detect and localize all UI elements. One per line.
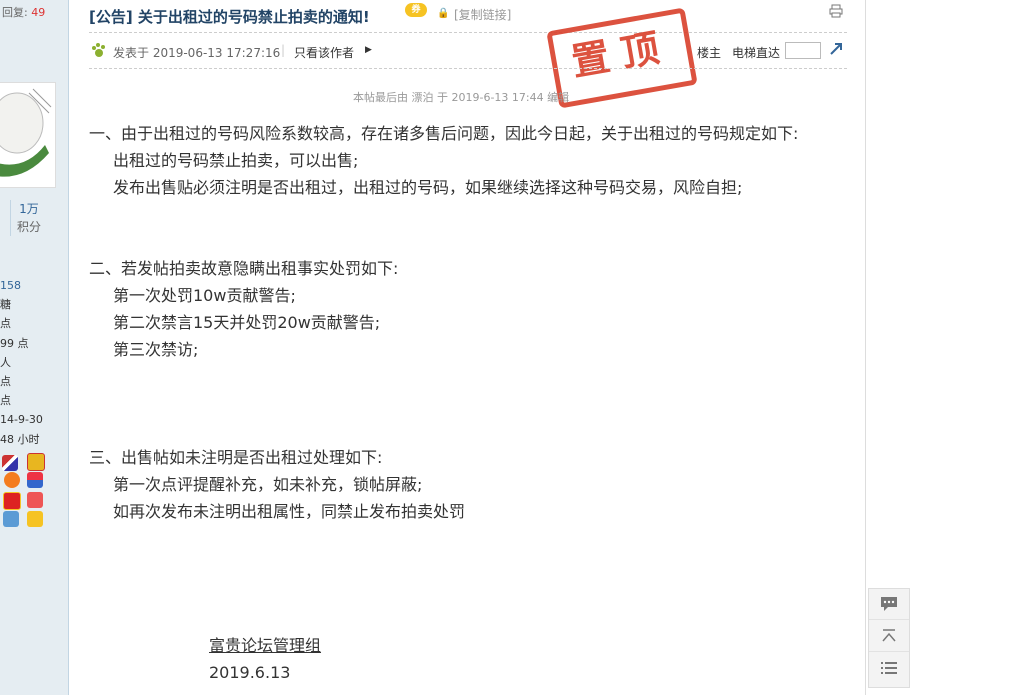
thread-title: [公告] 关于出租过的号码禁止拍卖的通知!	[89, 8, 370, 26]
paw-icon-svg	[92, 43, 105, 57]
paragraph-spacer	[89, 201, 859, 255]
paragraph: 发布出售贴必须注明是否出租过，出租过的号码，如果继续选择这种号码交易，风险自担;	[113, 178, 743, 197]
medal-icon[interactable]	[27, 492, 43, 508]
stat-item: 点	[0, 375, 11, 389]
stat-item: 99 点	[0, 336, 29, 350]
paragraph: 第一次处罚10w贡献警告;	[113, 286, 296, 305]
post-main: [公告] 关于出租过的号码禁止拍卖的通知! 券 🔒 [复制链接] 发表于 201…	[69, 0, 866, 695]
stat-item[interactable]: 158	[0, 276, 43, 295]
avatar[interactable]	[0, 82, 56, 188]
reply-count-value: 49	[31, 6, 46, 19]
stat-item: 14-9-30	[0, 413, 43, 427]
reply-count: 回复: 49	[2, 4, 45, 20]
stat-item: 点	[0, 317, 11, 331]
stat-item: 48 小时	[0, 432, 40, 446]
medal-icon[interactable]	[27, 453, 45, 471]
paragraph: 第三次禁访;	[113, 340, 199, 359]
medal-icon[interactable]	[2, 455, 18, 471]
user-stats: 158 糖 点 99 点 人 点 点 14-9-30 48 小时	[0, 276, 43, 449]
score-label: 积分	[16, 220, 41, 234]
coupon-badge[interactable]: 券	[405, 3, 427, 17]
medal-icon[interactable]	[27, 472, 43, 488]
post-content: 一、由于出租过的号码风险系数较高，存在诸多售后问题，因此今日起，关于出租过的号码…	[89, 120, 859, 525]
header-divider	[89, 32, 847, 33]
score-value[interactable]: 1万	[11, 200, 47, 218]
medal-icon[interactable]	[3, 511, 19, 527]
paragraph: 如再次发布未注明出租属性，同禁止发布拍卖处罚	[113, 502, 466, 521]
stat-item: 点	[0, 394, 11, 408]
list-icon[interactable]	[869, 653, 909, 683]
paragraph: 一、由于出租过的号码风险系数较高，存在诸多售后问题，因此今日起，关于出租过的号码…	[89, 124, 799, 143]
top-icon-svg	[882, 629, 896, 642]
reply-label: 回复:	[2, 6, 28, 19]
meta-divider	[89, 68, 847, 69]
jump-icon-svg	[830, 43, 842, 55]
user-sidebar: 回复: 49 1万 积分 158 糖 点 99 点 人 点 点 14-9-30 …	[0, 0, 69, 695]
lock-icon: 🔒	[437, 8, 450, 19]
paragraph: 出租过的号码禁止拍卖，可以出售;	[113, 151, 359, 170]
print-icon-svg	[829, 4, 843, 18]
floor-label: 楼主	[697, 46, 722, 60]
copy-link-button[interactable]: [复制链接]	[454, 6, 511, 23]
back-to-top-icon[interactable]	[869, 621, 909, 652]
stat-item: 人	[0, 355, 11, 369]
signature: 富贵论坛管理组 2019.6.13	[209, 632, 321, 686]
medal-icon[interactable]	[27, 511, 43, 527]
paw-icon	[91, 42, 107, 62]
author-only-link[interactable]: 只看该作者	[294, 44, 354, 61]
medal-icon[interactable]	[4, 472, 20, 488]
paragraph: 三、出售帖如未注明是否出租过处理如下:	[89, 448, 383, 467]
avatar-image	[0, 88, 52, 177]
signature-date: 2019.6.13	[209, 663, 291, 682]
float-toolbar	[868, 588, 910, 688]
paragraph-spacer	[89, 363, 859, 444]
post-time: 发表于 2019-06-13 17:27:16	[113, 46, 281, 60]
list-icon-svg	[881, 662, 897, 674]
stat-item: 糖	[0, 298, 11, 312]
signature-org[interactable]: 富贵论坛管理组	[209, 632, 321, 659]
play-arrow-icon[interactable]: ▶	[365, 45, 372, 55]
medal-icon[interactable]	[3, 492, 21, 510]
elevator-input[interactable]	[785, 42, 821, 59]
edit-note: 本帖最后由 漂泊 于 2019-6-13 17:44 编辑	[353, 91, 570, 104]
paragraph: 二、若发帖拍卖故意隐瞒出租事实处罚如下:	[89, 259, 399, 278]
paragraph: 第二次禁言15天并处罚20w贡献警告;	[113, 313, 381, 332]
meta-separator: |	[281, 43, 286, 57]
paragraph: 第一次点评提醒补充，如未补充，锁帖屏蔽;	[113, 475, 423, 494]
elevator-go-icon[interactable]	[829, 42, 843, 60]
print-icon[interactable]	[829, 4, 843, 22]
elevator-label: 电梯直达	[732, 46, 781, 60]
comment-icon-svg	[881, 597, 897, 611]
reply-comment-icon[interactable]	[869, 589, 909, 620]
score-panel: 1万 积分	[10, 200, 47, 236]
